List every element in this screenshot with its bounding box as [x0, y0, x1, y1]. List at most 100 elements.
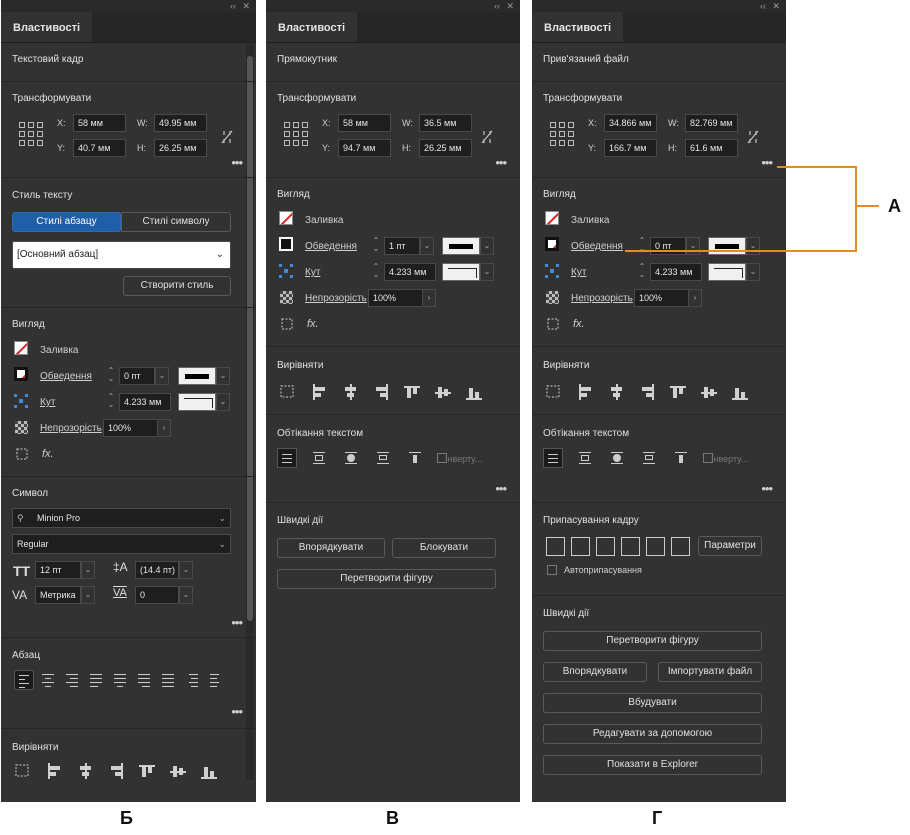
wrap-bounding-box-icon[interactable] [575, 448, 595, 468]
x-field[interactable]: 58 мм [338, 114, 391, 132]
x-field[interactable]: 34.866 мм [604, 114, 657, 132]
tab-properties[interactable]: Властивості [532, 12, 624, 42]
stroke-weight-field[interactable]: 0 пт [119, 367, 155, 385]
fill-swatch-icon[interactable] [14, 341, 28, 355]
x-field[interactable]: 58 мм [73, 114, 126, 132]
font-size-field[interactable]: 12 пт [35, 561, 81, 579]
more-options-icon[interactable]: ••• [495, 155, 507, 170]
reference-point-icon[interactable] [19, 122, 45, 148]
align-top-edges-icon[interactable] [404, 384, 420, 400]
corner-size-field[interactable]: 4.233 мм [650, 263, 702, 281]
constrain-proportions-icon[interactable] [221, 130, 233, 144]
align-horizontal-centers-icon[interactable] [608, 384, 624, 400]
align-right-edges-icon[interactable] [373, 384, 389, 400]
align-to-selection-icon[interactable] [280, 384, 296, 400]
align-center-icon[interactable] [38, 670, 58, 690]
fit-frame-to-content-icon[interactable] [596, 537, 615, 556]
tab-properties[interactable]: Властивості [1, 12, 93, 42]
paragraph-style-select[interactable]: [Основний абзац] ⌄ [12, 241, 231, 269]
fill-swatch-icon[interactable] [545, 211, 559, 225]
y-field[interactable]: 94.7 мм [338, 139, 391, 157]
chevron-right-icon[interactable]: › [422, 289, 436, 307]
align-top-edges-icon[interactable] [139, 763, 155, 779]
fill-frame-proportionally-icon[interactable] [546, 537, 565, 556]
wrap-none-icon[interactable] [277, 448, 297, 468]
stroke-swatch-icon[interactable] [279, 237, 293, 251]
more-options-icon[interactable]: ••• [761, 155, 773, 170]
close-icon[interactable]: ✕ [242, 0, 250, 12]
stroke-type-swatch[interactable] [708, 237, 746, 255]
justify-center-icon[interactable] [110, 670, 130, 690]
chevron-down-icon[interactable]: ⌄ [746, 263, 760, 281]
align-horizontal-centers-icon[interactable] [342, 384, 358, 400]
leading-field[interactable]: (14.4 пт) [135, 561, 179, 579]
corner-shape-swatch[interactable] [442, 263, 480, 281]
auto-fit-checkbox[interactable] [547, 565, 557, 575]
fitting-options-button[interactable]: Параметри [698, 536, 762, 556]
content-aware-fit-icon[interactable] [671, 537, 690, 556]
kerning-field[interactable]: Метрика [35, 586, 81, 604]
center-content-icon[interactable] [646, 537, 665, 556]
align-away-from-spine-icon[interactable] [206, 670, 226, 690]
collapse-icon[interactable]: ‹‹ [494, 0, 500, 12]
corner-shape-swatch[interactable] [708, 263, 746, 281]
align-vertical-centers-icon[interactable] [435, 384, 451, 400]
chevron-down-icon[interactable]: ⌄ [155, 367, 169, 385]
corner-stepper-icon[interactable]: ⌃ ⌄ [636, 263, 648, 281]
chevron-down-icon[interactable]: ⌄ [179, 561, 193, 579]
fit-content-proportionally-icon[interactable] [571, 537, 590, 556]
stroke-stepper-icon[interactable]: ⌃ ⌄ [370, 237, 382, 255]
font-style-select[interactable]: Regular ⌄ [12, 534, 231, 554]
frame-select-icon[interactable] [547, 318, 561, 332]
edit-with-button[interactable]: Редагувати за допомогою [543, 724, 762, 744]
corner-label[interactable]: Кут [305, 267, 320, 278]
wrap-object-shape-icon[interactable] [341, 448, 361, 468]
chevron-right-icon[interactable]: › [688, 289, 702, 307]
embed-button[interactable]: Вбудувати [543, 693, 762, 713]
arrange-button[interactable]: Впорядкувати [543, 662, 647, 682]
frame-select-icon[interactable] [16, 448, 30, 462]
align-left-edges-icon[interactable] [46, 763, 62, 779]
tab-paragraph-styles[interactable]: Стилі абзацу [12, 212, 121, 232]
show-in-explorer-button[interactable]: Показати в Explorer [543, 755, 762, 775]
fill-swatch-icon[interactable] [279, 211, 293, 225]
opacity-field[interactable]: 100% [368, 289, 423, 307]
wrap-jump-object-icon[interactable] [373, 448, 393, 468]
justify-right-icon[interactable] [134, 670, 154, 690]
reference-point-icon[interactable] [550, 122, 576, 148]
frame-select-icon[interactable] [281, 318, 295, 332]
align-bottom-edges-icon[interactable] [201, 763, 217, 779]
h-field[interactable]: 26.25 мм [154, 139, 207, 157]
align-left-edges-icon[interactable] [311, 384, 327, 400]
reference-point-icon[interactable] [284, 122, 310, 148]
stroke-swatch-icon[interactable] [14, 367, 28, 381]
chevron-down-icon[interactable]: ⌄ [216, 367, 230, 385]
opacity-label[interactable]: Непрозорість [305, 293, 367, 304]
align-right-edges-icon[interactable] [639, 384, 655, 400]
more-options-icon[interactable]: ••• [231, 615, 243, 630]
align-to-selection-icon[interactable] [15, 763, 31, 779]
align-right-icon[interactable] [62, 670, 82, 690]
corner-label[interactable]: Кут [571, 267, 586, 278]
chevron-down-icon[interactable]: ⌄ [81, 586, 95, 604]
stroke-weight-field[interactable]: 1 пт [384, 237, 420, 255]
align-top-edges-icon[interactable] [670, 384, 686, 400]
more-options-icon[interactable]: ••• [231, 704, 243, 719]
h-field[interactable]: 61.6 мм [685, 139, 738, 157]
close-icon[interactable]: ✕ [772, 0, 780, 12]
stroke-weight-field[interactable]: 0 пт [650, 237, 686, 255]
align-towards-spine-icon[interactable] [182, 670, 202, 690]
lock-button[interactable]: Блокувати [392, 538, 496, 558]
chevron-down-icon[interactable]: ⌄ [179, 586, 193, 604]
wrap-jump-object-icon[interactable] [639, 448, 659, 468]
corner-size-field[interactable]: 4.233 мм [384, 263, 436, 281]
opacity-field[interactable]: 100% [103, 419, 158, 437]
h-field[interactable]: 26.25 мм [419, 139, 472, 157]
corner-size-field[interactable]: 4.233 мм [119, 393, 171, 411]
stroke-label[interactable]: Обведення [40, 371, 92, 382]
collapse-icon[interactable]: ‹‹ [760, 0, 766, 12]
chevron-down-icon[interactable]: ⌄ [81, 561, 95, 579]
wrap-object-shape-icon[interactable] [607, 448, 627, 468]
chevron-right-icon[interactable]: › [157, 419, 171, 437]
chevron-down-icon[interactable]: ⌄ [686, 237, 700, 255]
